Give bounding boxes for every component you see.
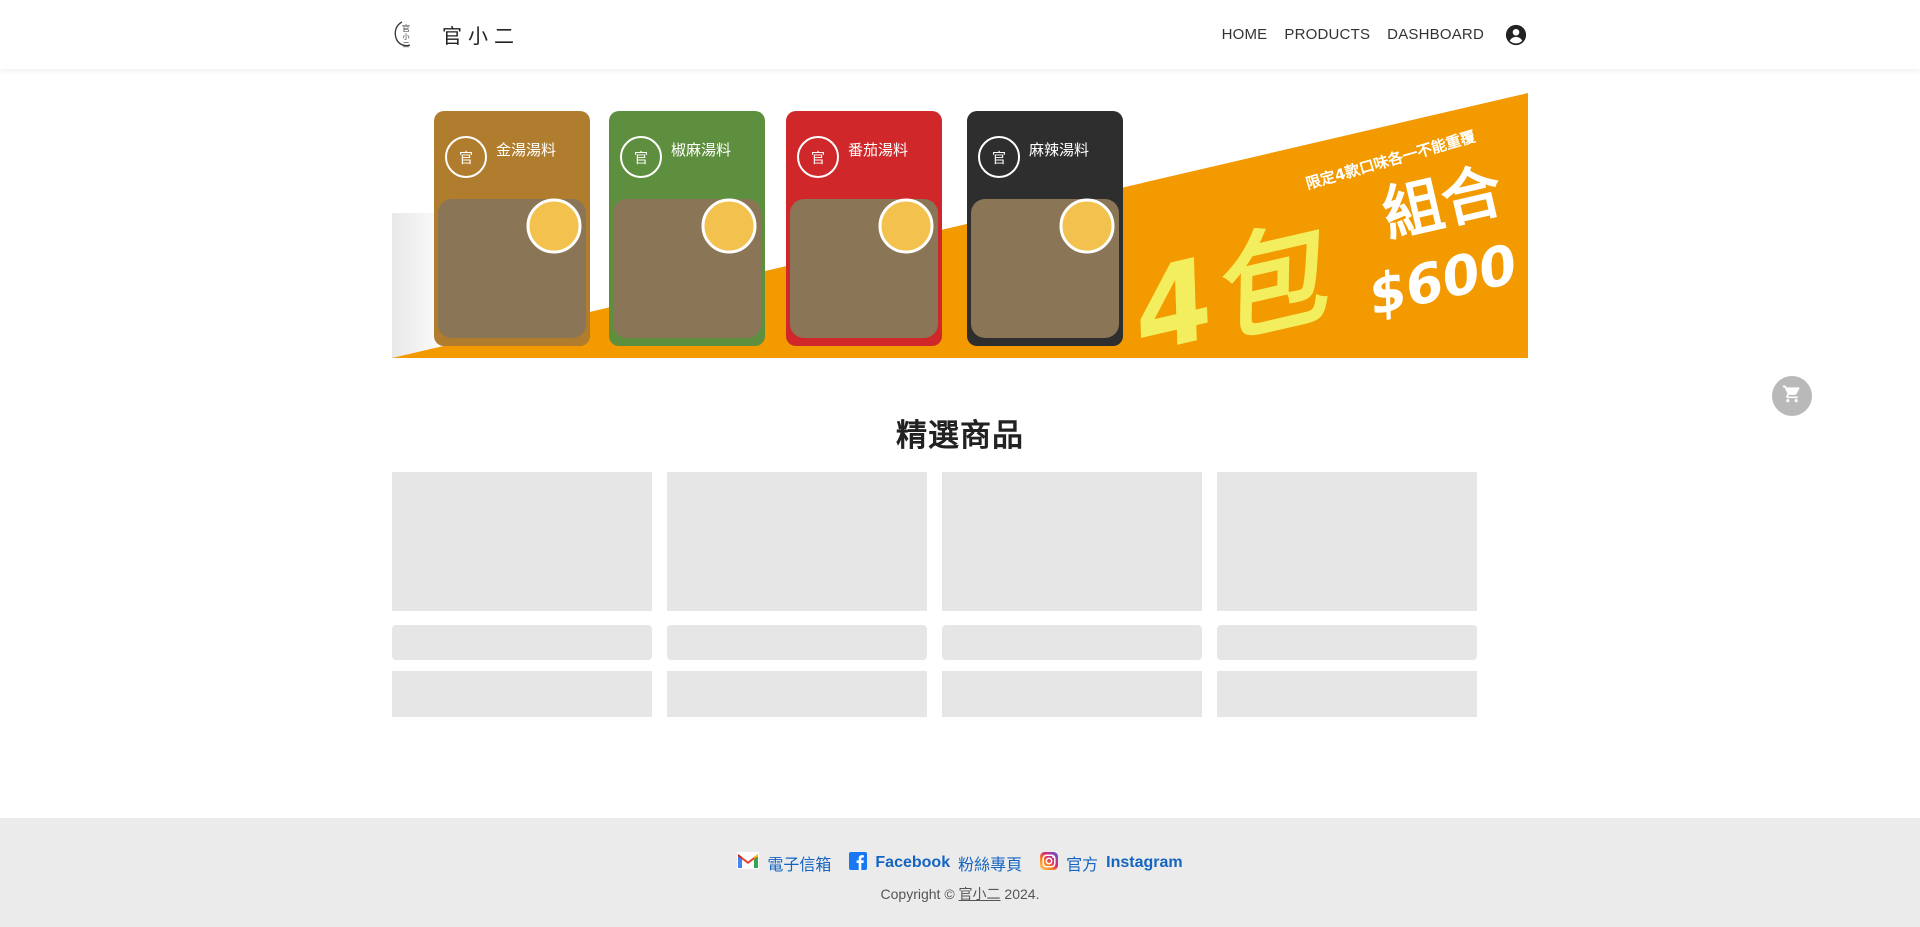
- product-pack: 官 番茄湯料: [786, 111, 942, 346]
- email-link-text: 電子信箱: [767, 857, 832, 874]
- skeleton-image: [667, 472, 927, 611]
- site-header: 官 小 二 官小二 HOME PRODUCTS DASHBOARD: [0, 0, 1920, 69]
- product-pack: 官 麻辣湯料: [967, 111, 1123, 346]
- promo-banner[interactable]: 官金湯湯料官椒麻湯料官番茄湯料官麻辣湯料 限定4款口味各一不能重覆 組合 4包 …: [392, 93, 1528, 358]
- copyright: Copyright © 官小二 2024.: [0, 884, 1920, 904]
- gmail-icon: [737, 852, 760, 874]
- facebook-link[interactable]: Facebook 粉絲專頁: [849, 851, 1022, 875]
- pack-logo-text: 官: [634, 151, 648, 167]
- product-pack: 官 椒麻湯料: [609, 111, 765, 346]
- pack-name: 椒麻湯料: [671, 141, 731, 159]
- skeleton-line: [392, 625, 652, 660]
- product-card-skeleton: [392, 472, 652, 717]
- instagram-link-text: 官方: [1066, 857, 1099, 874]
- nav-home[interactable]: HOME: [1222, 26, 1268, 43]
- skeleton-line: [667, 625, 927, 660]
- skeleton-image: [942, 472, 1202, 611]
- featured-products-grid: [392, 472, 1477, 717]
- facebook-icon: [849, 851, 868, 875]
- product-pack: 官 金湯湯料: [434, 111, 590, 346]
- main-nav: HOME PRODUCTS DASHBOARD: [1222, 23, 1528, 47]
- svg-text:二: 二: [403, 41, 410, 49]
- header-inner: 官 小 二 官小二 HOME PRODUCTS DASHBOARD: [392, 0, 1528, 69]
- pack-logo-text: 官: [811, 151, 825, 167]
- skeleton-image: [1217, 472, 1477, 611]
- product-card-skeleton: [1217, 472, 1477, 717]
- section-title: 精選商品: [896, 418, 1024, 454]
- skeleton-line: [1217, 671, 1477, 717]
- skeleton-line: [667, 671, 927, 717]
- brand-name: 官小二: [442, 24, 520, 48]
- copyright-brand-link[interactable]: 官小二: [959, 886, 1001, 902]
- pack-name: 番茄湯料: [848, 141, 908, 159]
- pack-logo-text: 官: [992, 151, 1006, 167]
- copyright-prefix: Copyright ©: [880, 886, 955, 902]
- skeleton-line: [942, 625, 1202, 660]
- instagram-label: Instagram: [1106, 854, 1183, 871]
- site-footer: 電子信箱 Facebook 粉絲專頁 官方 Instagram Copyrigh…: [0, 818, 1920, 927]
- shopping-cart-icon: [1782, 384, 1802, 409]
- facebook-label: Facebook: [875, 854, 951, 871]
- pack-name: 麻辣湯料: [1029, 141, 1089, 159]
- skeleton-image: [392, 472, 652, 611]
- svg-text:小: 小: [403, 32, 410, 41]
- brand-link[interactable]: 官 小 二 官小二: [392, 18, 520, 52]
- instagram-link[interactable]: 官方 Instagram: [1040, 851, 1183, 875]
- email-link[interactable]: 電子信箱: [737, 851, 831, 875]
- account-circle-icon[interactable]: [1504, 23, 1528, 47]
- product-card-skeleton: [667, 472, 927, 717]
- copyright-year: 2024.: [1004, 886, 1040, 902]
- nav-products[interactable]: PRODUCTS: [1284, 26, 1370, 43]
- pack-logo-text: 官: [459, 151, 473, 167]
- svg-text:官: 官: [402, 23, 410, 33]
- product-card-skeleton: [942, 472, 1202, 717]
- instagram-icon: [1040, 851, 1059, 875]
- facebook-link-text: 粉絲專頁: [958, 857, 1023, 874]
- brand-logo-icon: 官 小 二: [392, 18, 420, 52]
- skeleton-line: [392, 671, 652, 717]
- skeleton-line: [942, 671, 1202, 717]
- skeleton-line: [1217, 625, 1477, 660]
- footer-links: 電子信箱 Facebook 粉絲專頁 官方 Instagram: [0, 851, 1920, 875]
- nav-dashboard[interactable]: DASHBOARD: [1387, 26, 1484, 43]
- pack-name: 金湯湯料: [496, 141, 556, 159]
